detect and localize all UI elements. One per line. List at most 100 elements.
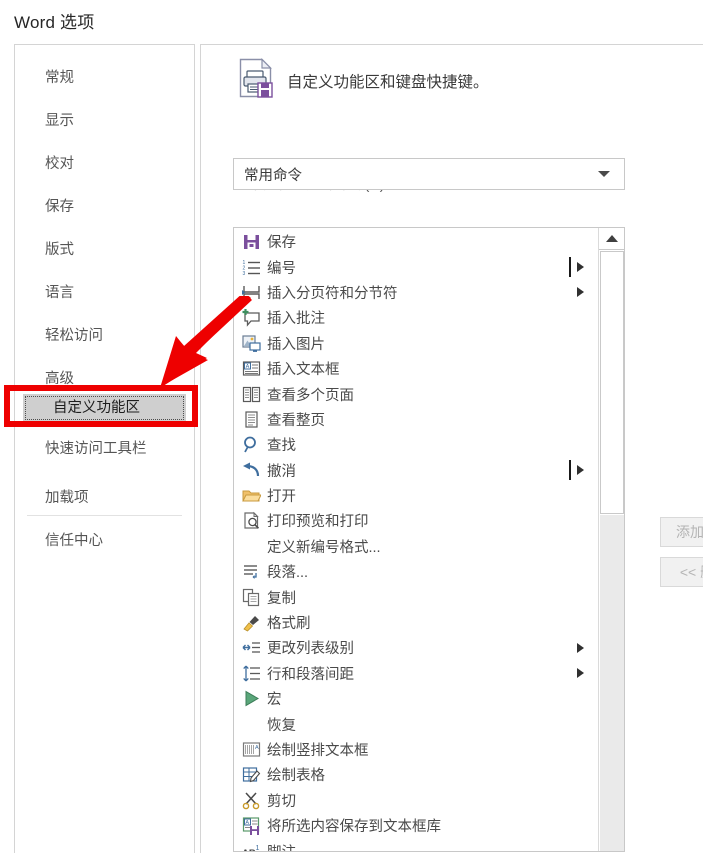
command-list-item[interactable]: 保存 <box>234 229 597 254</box>
scrollbar-track[interactable] <box>600 515 624 851</box>
command-list-item[interactable]: 打印预览和打印 <box>234 508 597 533</box>
command-list-item[interactable]: 恢复 <box>234 711 597 736</box>
insert-picture-icon <box>239 333 263 353</box>
svg-text:A: A <box>245 364 249 370</box>
sidebar-separator <box>27 515 182 516</box>
command-label: 打开 <box>267 489 296 506</box>
submenu-arrow-icon[interactable] <box>577 642 584 653</box>
command-list-item[interactable]: 打开 <box>234 483 597 508</box>
sidebar-item-quick-access-toolbar[interactable]: 快速访问工具栏 <box>15 435 194 463</box>
sidebar-item-label: 快速访问工具栏 <box>45 441 147 457</box>
sidebar-item-label: 高级 <box>45 371 74 387</box>
sidebar-item-display[interactable]: 显示 <box>15 107 194 135</box>
command-list-item[interactable]: 复制 <box>234 584 597 609</box>
command-list-item[interactable]: 插入批注 <box>234 305 597 330</box>
sidebar-item-accessibility[interactable]: 轻松访问 <box>15 322 194 350</box>
command-list-item[interactable]: 撤消 <box>234 458 597 483</box>
none <box>239 536 263 556</box>
sidebar-item-label: 校对 <box>45 156 74 172</box>
paragraph-icon <box>239 562 263 582</box>
command-list-item[interactable]: 绘制表格 <box>234 762 597 787</box>
command-list-item[interactable]: 插入分页符和分节符 <box>234 280 597 305</box>
command-list-item[interactable]: 段落... <box>234 559 597 584</box>
sidebar-item-add-ins[interactable]: 加载项 <box>15 484 194 512</box>
command-label: 查找 <box>267 438 296 455</box>
sidebar-item-label: 保存 <box>45 199 74 215</box>
command-list-item[interactable]: A 绘制竖排文本框 <box>234 737 597 762</box>
remove-button[interactable]: << 删 <box>660 557 703 587</box>
command-list-item[interactable]: AB 1 脚注 <box>234 838 597 852</box>
open-folder-icon <box>239 486 263 506</box>
command-label: 行和段落间距 <box>267 666 354 683</box>
change-list-level-icon <box>239 638 263 658</box>
command-list-item[interactable]: 宏 <box>234 686 597 711</box>
panel-header: 自定义功能区和键盘快捷键。 <box>239 58 489 103</box>
command-list-item[interactable]: 更改列表级别 <box>234 635 597 660</box>
sidebar-item-label: 版式 <box>45 242 74 258</box>
command-label: 插入文本框 <box>267 362 340 379</box>
command-list-scrollbar[interactable] <box>598 228 624 851</box>
add-button[interactable]: 添加(A <box>660 517 703 547</box>
command-list-box[interactable]: 保存 1 2 3 编号 插入分页符和分节符 插入批注 插入图片 A 插入文本框 … <box>233 227 625 852</box>
command-list-item[interactable]: 查看多个页面 <box>234 381 597 406</box>
copy-icon <box>239 587 263 607</box>
sidebar-item-label: 常规 <box>45 70 74 86</box>
command-label: 插入分页符和分节符 <box>267 285 398 302</box>
command-label: 编号 <box>267 260 296 277</box>
sidebar-item-proofing[interactable]: 校对 <box>15 150 194 178</box>
command-list-item[interactable]: 1 2 3 编号 <box>234 254 597 279</box>
command-label: 复制 <box>267 590 296 607</box>
command-list-item[interactable]: 格式刷 <box>234 610 597 635</box>
sidebar-item-label: 加载项 <box>45 490 89 506</box>
sidebar-item-general[interactable]: 常规 <box>15 64 194 92</box>
command-list-item[interactable]: 行和段落间距 <box>234 661 597 686</box>
scrollbar-thumb[interactable] <box>600 251 624 514</box>
text-cursor-icon <box>569 460 571 481</box>
text-box-icon: A <box>239 359 263 379</box>
command-list-item[interactable]: A 将所选内容保存到文本框库 <box>234 813 597 838</box>
sidebar-item-customize-ribbon[interactable]: 自定义功能区 <box>23 394 186 422</box>
command-list-item[interactable]: A 插入文本框 <box>234 356 597 381</box>
command-label: 格式刷 <box>267 616 311 633</box>
add-button-label: 添加(A <box>676 524 703 540</box>
sidebar-item-save[interactable]: 保存 <box>15 193 194 221</box>
command-label: 绘制竖排文本框 <box>267 743 369 759</box>
command-label: 剪切 <box>267 793 296 810</box>
command-list-item[interactable]: 插入图片 <box>234 331 597 356</box>
one-page-icon <box>239 409 263 429</box>
command-label: 插入图片 <box>267 336 325 353</box>
command-label: 更改列表级别 <box>267 641 354 658</box>
sidebar-item-trust-center[interactable]: 信任中心 <box>15 527 194 555</box>
scroll-up-button[interactable] <box>599 228 624 250</box>
none <box>239 714 263 734</box>
command-source-dropdown[interactable]: 常用命令 <box>233 158 625 190</box>
save-to-gallery-icon: A <box>239 816 263 836</box>
command-list-item[interactable]: 剪切 <box>234 788 597 813</box>
numbering-icon: 1 2 3 <box>239 257 263 277</box>
sidebar-item-label: 自定义功能区 <box>53 400 140 416</box>
svg-text:A: A <box>245 820 249 826</box>
submenu-arrow-icon[interactable] <box>577 668 584 679</box>
command-list-item[interactable]: 查看整页 <box>234 407 597 432</box>
sidebar-item-language[interactable]: 语言 <box>15 279 194 307</box>
svg-text:A: A <box>255 745 259 751</box>
submenu-arrow-icon[interactable] <box>577 287 584 298</box>
submenu-arrow-icon[interactable] <box>577 262 584 273</box>
command-label: 打印预览和打印 <box>267 514 369 531</box>
multiple-pages-icon <box>239 384 263 404</box>
customize-ribbon-icon <box>239 58 273 103</box>
svg-text:3: 3 <box>242 271 245 277</box>
command-list-item[interactable]: 查找 <box>234 432 597 457</box>
submenu-arrow-icon[interactable] <box>577 465 584 476</box>
sidebar-item-advanced[interactable]: 高级 <box>15 365 194 393</box>
command-label: 脚注 <box>267 841 296 851</box>
command-list-rows: 保存 1 2 3 编号 插入分页符和分节符 插入批注 插入图片 A 插入文本框 … <box>234 228 597 852</box>
command-list-item[interactable]: 定义新编号格式... <box>234 534 597 559</box>
command-label: 绘制表格 <box>267 768 325 785</box>
sidebar-item-layout[interactable]: 版式 <box>15 236 194 264</box>
page-break-icon <box>239 282 263 302</box>
chevron-down-icon[interactable] <box>598 171 610 177</box>
sidebar-item-label: 显示 <box>45 113 74 129</box>
svg-text:1: 1 <box>255 845 259 852</box>
vertical-text-box-icon: A <box>239 740 263 760</box>
